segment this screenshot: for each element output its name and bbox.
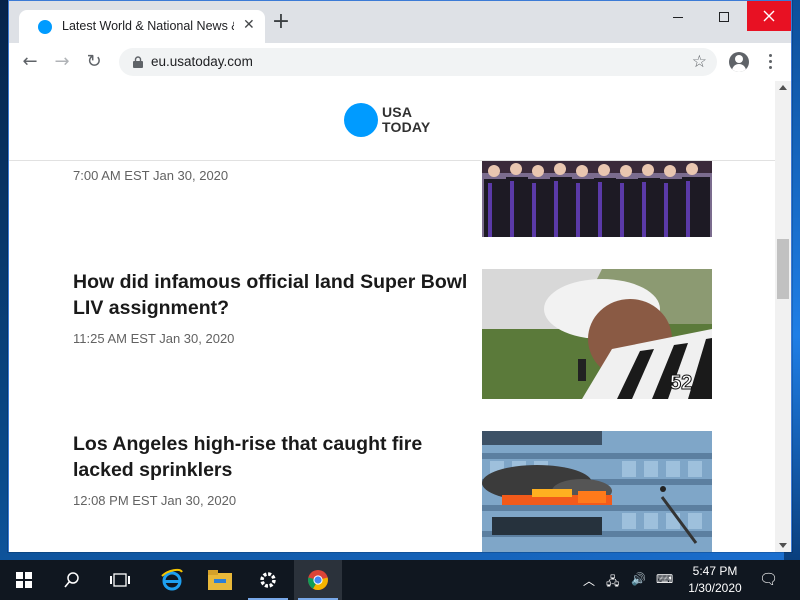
logo-line-1: USA	[382, 104, 413, 120]
usatoday-logo[interactable]: USA TODAY	[382, 105, 462, 135]
scroll-up-icon[interactable]	[779, 85, 787, 90]
network-icon[interactable]: 🖧	[606, 572, 619, 593]
scroll-down-icon[interactable]	[779, 543, 787, 548]
address-bar[interactable]: eu.usatoday.com ☆	[119, 48, 717, 76]
url-text: eu.usatoday.com	[151, 54, 253, 69]
building-fire-photo-icon[interactable]	[482, 431, 712, 552]
browser-window: Latest World & National News & Headlines…	[8, 0, 792, 552]
article-timestamp: 7:00 AM EST Jan 30, 2020	[73, 168, 229, 183]
graduation-photo-icon[interactable]	[482, 153, 712, 237]
internet-explorer-icon[interactable]	[148, 560, 196, 600]
keyboard-icon[interactable]: ⌨	[656, 572, 673, 586]
vertical-scrollbar[interactable]	[775, 81, 791, 552]
chrome-icon[interactable]	[294, 560, 342, 600]
file-explorer-icon[interactable]	[196, 560, 244, 600]
usatoday-logo-icon[interactable]	[344, 103, 378, 137]
tab-strip: Latest World & National News & Headlines…	[9, 1, 791, 43]
taskbar: ︿ 🖧 🔊 ⌨ 5:47 PM 1/30/2020 🗨	[0, 560, 800, 600]
action-center-icon[interactable]: 🗨	[759, 570, 778, 588]
profile-avatar-icon[interactable]	[729, 52, 749, 72]
maximize-icon	[719, 12, 729, 22]
minimize-icon	[673, 16, 683, 18]
new-tab-button[interactable]: +	[270, 11, 292, 34]
maximize-button[interactable]	[701, 1, 747, 33]
article-headline[interactable]: How did infamous official land Super Bow…	[73, 269, 483, 321]
referee-photo-icon[interactable]: 52	[482, 269, 712, 399]
article-card[interactable]: How did infamous official land Super Bow…	[73, 269, 713, 399]
site-header: USA TODAY	[9, 81, 775, 161]
volume-icon[interactable]: 🔊	[631, 572, 646, 586]
article-card[interactable]: Los Angeles high-rise that caught fire l…	[73, 431, 713, 552]
svg-text:52: 52	[670, 372, 692, 394]
browser-toolbar: ← → ↻ eu.usatoday.com ☆	[9, 43, 791, 81]
minimize-button[interactable]	[655, 1, 701, 33]
article-card[interactable]: 7:00 AM EST Jan 30, 2020	[73, 153, 713, 237]
article-timestamp: 11:25 AM EST Jan 30, 2020	[73, 331, 235, 346]
close-window-button[interactable]	[747, 1, 791, 31]
reload-button[interactable]: ↻	[83, 51, 105, 73]
close-icon	[763, 10, 775, 22]
lock-icon	[133, 56, 143, 68]
logo-line-2: TODAY	[382, 119, 431, 135]
show-hidden-icons-icon[interactable]: ︿	[583, 572, 595, 589]
article-timestamp: 12:08 PM EST Jan 30, 2020	[73, 493, 237, 508]
clock-time[interactable]: 5:47 PM	[680, 564, 750, 578]
windows-start-icon[interactable]	[0, 560, 48, 600]
article-headline[interactable]: Los Angeles high-rise that caught fire l…	[73, 431, 483, 483]
scroll-thumb[interactable]	[777, 239, 789, 299]
tab-title: Latest World & National News & Headlines	[62, 19, 234, 33]
menu-kebab-icon[interactable]	[764, 51, 776, 73]
page-viewport: 7:00 AM EST Jan 30, 2020 How did infamou…	[9, 81, 775, 552]
usatoday-favicon-icon	[38, 20, 52, 34]
clock-date[interactable]: 1/30/2020	[680, 581, 750, 595]
tab-usatoday[interactable]: Latest World & National News & Headlines…	[19, 10, 265, 43]
bookmark-star-icon[interactable]: ☆	[692, 52, 707, 72]
back-button[interactable]: ←	[19, 51, 41, 73]
tab-close-icon[interactable]: ✕	[243, 17, 255, 33]
forward-button[interactable]: →	[51, 51, 73, 73]
settings-icon[interactable]	[244, 560, 292, 600]
search-icon[interactable]	[48, 560, 96, 600]
task-view-icon[interactable]	[96, 560, 144, 600]
